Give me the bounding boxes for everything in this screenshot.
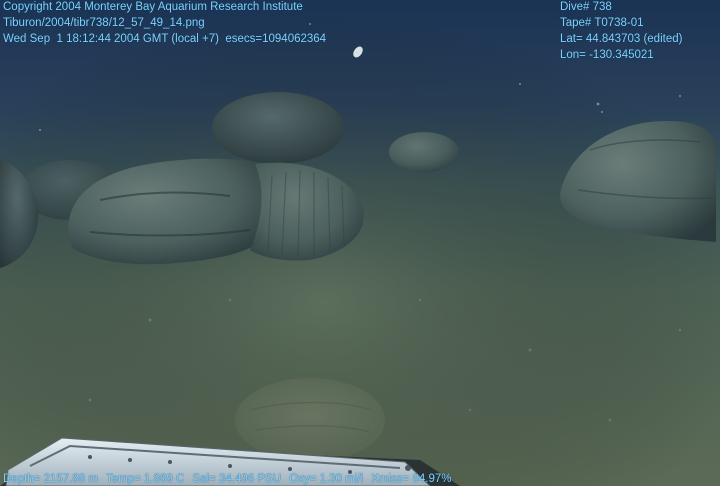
dive-number: Dive# 738 [560, 1, 612, 13]
timestamp-text: Wed Sep 1 18:12:44 2004 GMT (local +7) e… [3, 33, 327, 45]
depth-readout: Depth= 2157.88 m [3, 473, 98, 485]
temperature-readout: Temp= 1.869 C [105, 473, 185, 485]
oxygen-readout: Oxy= 1.30 ml/l [289, 473, 364, 485]
overlay-bottom-sensors: Depth= 2157.88 m Temp= 1.869 C Sal= 34.4… [3, 471, 456, 486]
salinity-readout: Sal= 34.496 PSU [192, 473, 282, 485]
pillow-lava-small-far [389, 132, 459, 172]
overlay-top-left: Copyright 2004 Monterey Bay Aquarium Res… [3, 0, 326, 47]
copyright-text: Copyright 2004 Monterey Bay Aquarium Res… [3, 1, 303, 13]
file-path-text: Tiburon/2004/tibr738/12_57_49_14.png [3, 17, 205, 29]
seafloor-photo [0, 0, 720, 486]
latitude-readout: Lat= 44.843703 (edited) [560, 33, 683, 45]
tape-number: Tape# T0738-01 [560, 17, 644, 29]
pillow-lava-back-center [212, 92, 344, 164]
overlay-top-right: Dive# 738 Tape# T0738-01 Lat= 44.843703 … [560, 0, 682, 63]
transmissometer-readout: Xmiss= 84.97% [371, 473, 452, 485]
rov-video-frame: Copyright 2004 Monterey Bay Aquarium Res… [0, 0, 720, 486]
longitude-readout: Lon= -130.345021 [560, 49, 654, 61]
buried-pillow-foreground [235, 378, 385, 462]
